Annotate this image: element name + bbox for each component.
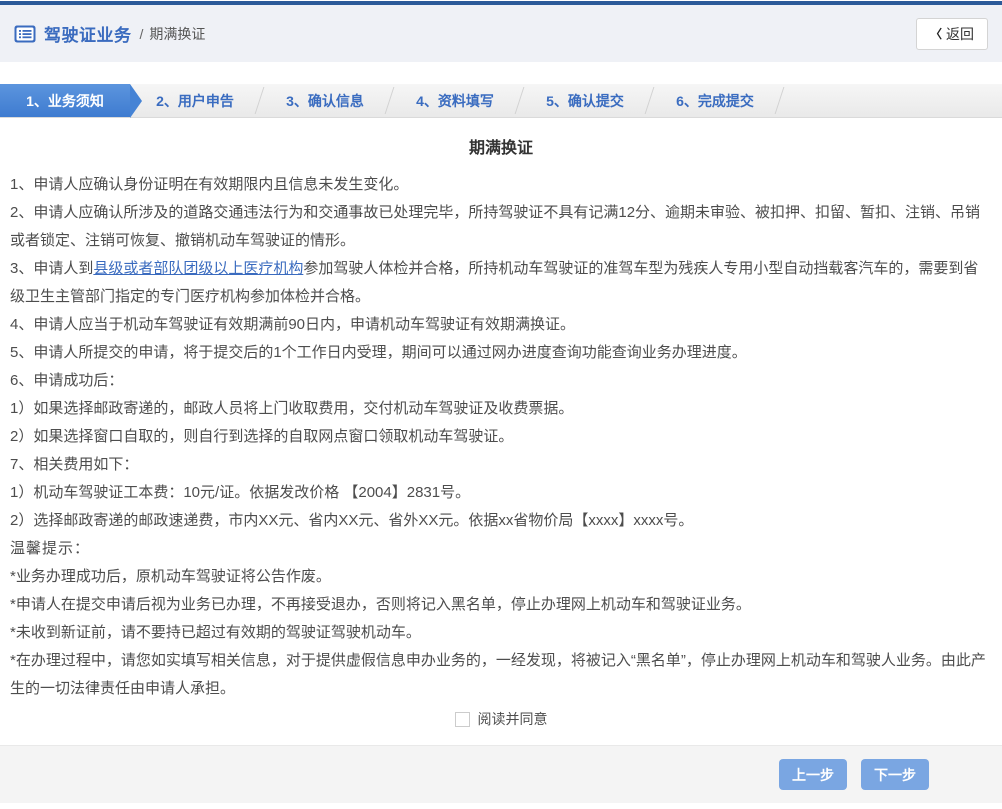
next-step-button[interactable]: 下一步 — [861, 759, 929, 790]
notice-item-6-1: 1）如果选择邮政寄递的，邮政人员将上门收取费用，交付机动车驾驶证及收费票据。 — [10, 400, 574, 417]
page-title: 期满换证 — [468, 140, 533, 157]
notice-item-3-pre: 3、申请人到 — [10, 260, 94, 277]
notice-item-2: 2、申请人应确认所涉及的道路交通违法行为和交通事故已处理完毕，所持驾驶证不具有记… — [10, 204, 981, 249]
step-tab-4[interactable]: 4、资料填写 — [390, 84, 520, 117]
notice-item-7-1: 1）机动车驾驶证工本费：10元/证。依据发改价格 【2004】2831号。 — [10, 484, 471, 501]
agree-label[interactable]: 阅读并同意 — [478, 711, 548, 727]
step-tab-3[interactable]: 3、确认信息 — [260, 84, 390, 117]
step-tab-6[interactable]: 6、完成提交 — [650, 84, 780, 117]
step-tabs: 1、业务须知 2、用户申告 3、确认信息 4、资料填写 5、确认提交 6、完成提… — [0, 84, 1002, 118]
step-tab-6-label: 6、完成提交 — [676, 92, 754, 109]
service-category-title: 驾驶证业务 — [44, 26, 132, 45]
step-tab-5-label: 5、确认提交 — [546, 92, 624, 109]
tip-item-1: *业务办理成功后，原机动车驾驶证将公告作废。 — [10, 568, 331, 585]
step-tab-2[interactable]: 2、用户申告 — [130, 84, 260, 117]
notice-item-5: 5、申请人所提交的申请，将于提交后的1个工作日内受理，期间可以通过网办进度查询功… — [10, 344, 747, 361]
step-tab-5[interactable]: 5、确认提交 — [520, 84, 650, 117]
notice-item-3: 3、申请人到县级或者部队团级以上医疗机构参加驾驶人体检并合格，所持机动车驾驶证的… — [10, 255, 992, 311]
tip-item-2: *申请人在提交申请后视为业务已办理，不再接受退办，否则将记入黑名单，停止办理网上… — [10, 596, 751, 613]
chevron-left-icon: 〈 — [929, 27, 942, 41]
back-button-label: 返回 — [946, 25, 974, 42]
step-tab-1[interactable]: 1、业务须知 — [0, 84, 142, 118]
breadcrumb-current: 期满换证 — [149, 25, 206, 42]
step-tab-2-label: 2、用户申告 — [156, 92, 234, 109]
notice-item-7: 7、相关费用如下： — [10, 456, 139, 473]
prev-step-button[interactable]: 上一步 — [779, 759, 847, 790]
agree-checkbox[interactable] — [454, 712, 470, 727]
step-tab-3-label: 3、确认信息 — [286, 92, 364, 109]
tip-item-3: *未收到新证前，请不要持已超过有效期的驾驶证驾驶机动车。 — [10, 624, 421, 641]
agree-row: 阅读并同意 — [10, 709, 992, 729]
notice-item-6-2: 2）如果选择窗口自取的，则自行到选择的自取网点窗口领取机动车驾驶证。 — [10, 428, 514, 445]
tips-title: 温馨提示： — [10, 540, 91, 557]
breadcrumb-separator: / — [139, 25, 144, 42]
step-tab-4-label: 4、资料填写 — [416, 92, 494, 109]
notice-content: 期满换证 1、申请人应确认身份证明在有效期限内且信息未发生变化。 2、申请人应确… — [0, 118, 1002, 729]
notice-item-4: 4、申请人应当于机动车驾驶证有效期满前90日内，申请机动车驾驶证有效期满换证。 — [10, 316, 576, 333]
breadcrumb: 驾驶证业务 / 期满换证 — [14, 21, 205, 46]
notice-item-1: 1、申请人应确认身份证明在有效期限内且信息未发生变化。 — [10, 176, 409, 193]
notice-item-7-2: 2）选择邮政寄递的邮政速递费，市内XX元、省内XX元、省外XX元。依据xx省物价… — [10, 512, 694, 529]
medical-institution-link[interactable]: 县级或者部队团级以上医疗机构 — [93, 260, 303, 277]
back-button[interactable]: 〈 返回 — [915, 17, 988, 50]
list-icon — [14, 25, 36, 43]
footer-bar: 上一步 下一步 — [0, 745, 1002, 803]
step-tab-1-label: 1、业务须知 — [26, 92, 104, 109]
page-header: 驾驶证业务 / 期满换证 〈 返回 — [0, 5, 1002, 62]
tip-item-4: *在办理过程中，请您如实填写相关信息，对于提供虚假信息申办业务的，一经发现，将被… — [10, 652, 986, 697]
notice-item-6: 6、申请成功后： — [10, 372, 124, 389]
